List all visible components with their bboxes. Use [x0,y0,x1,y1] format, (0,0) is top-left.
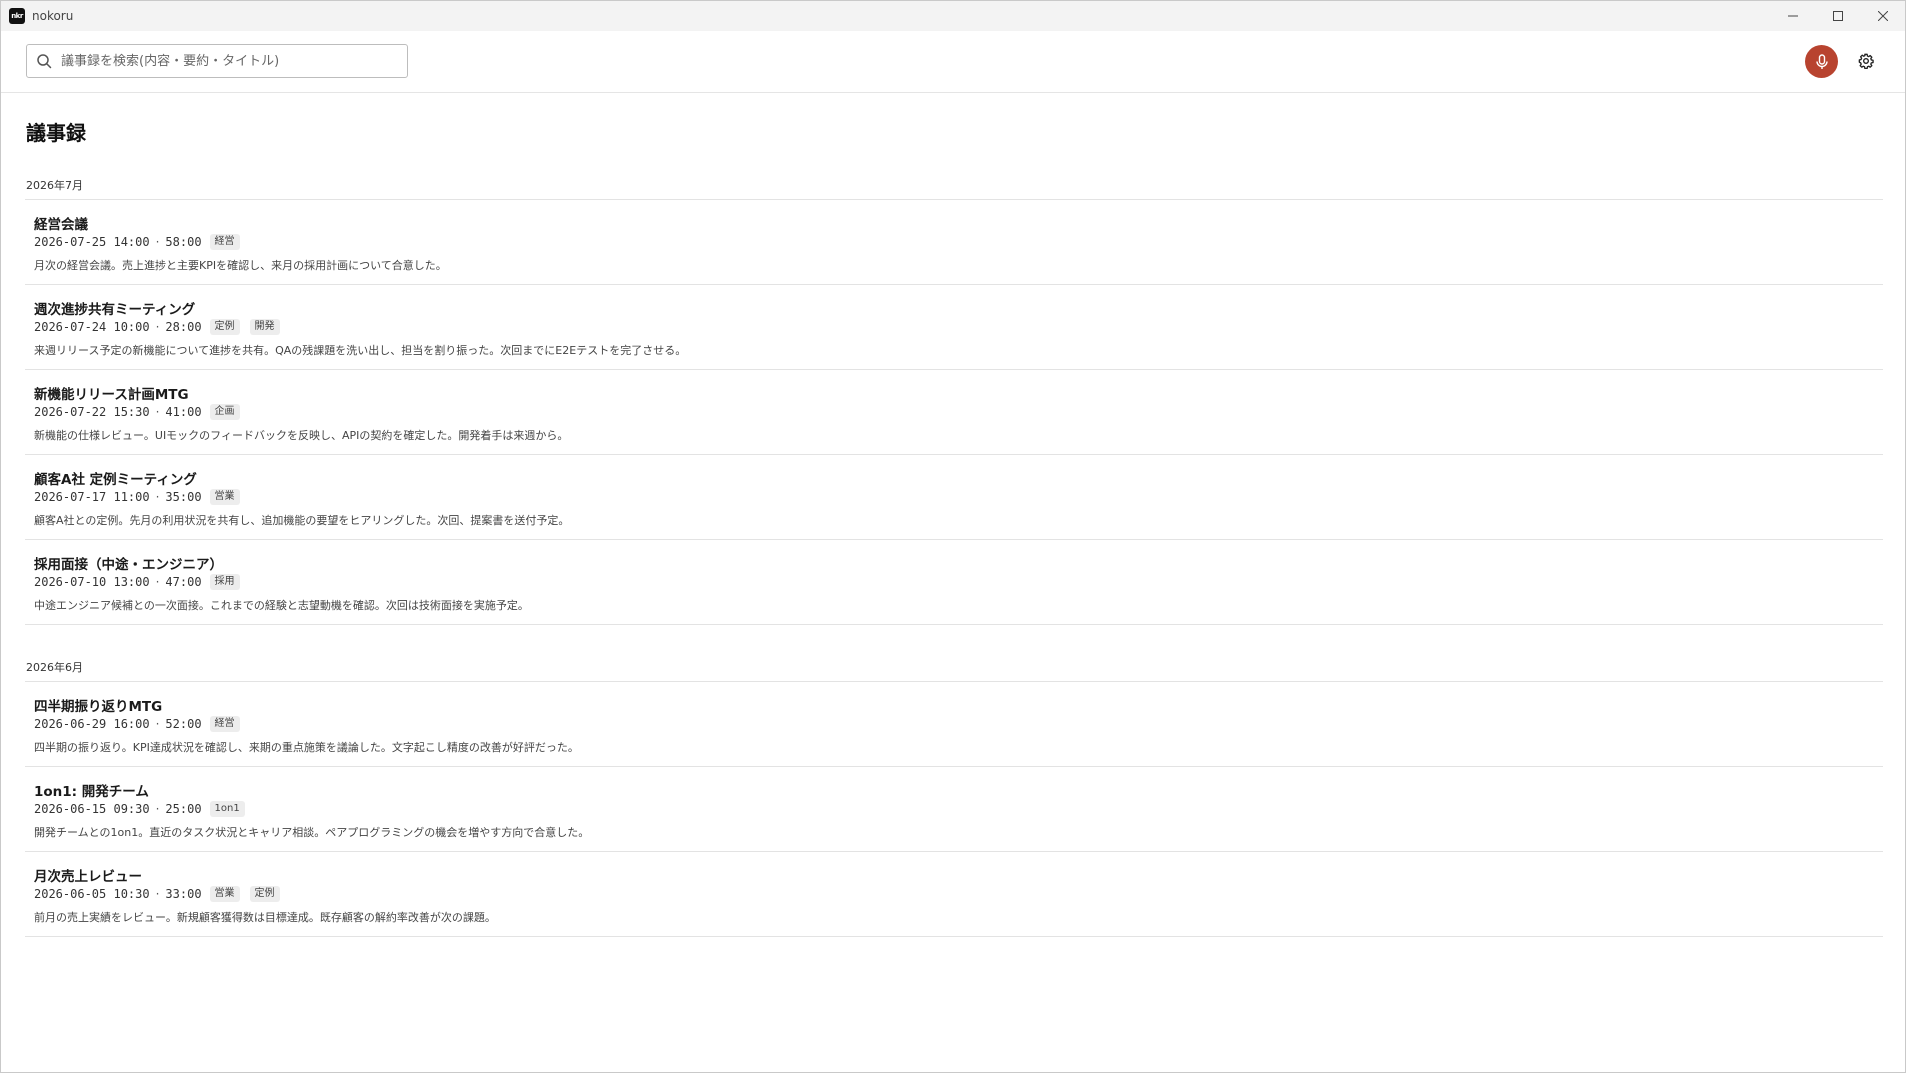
meeting-duration: 58:00 [165,235,202,249]
search-icon [37,54,52,69]
minimize-button[interactable] [1770,1,1815,31]
separator-dot: · [155,235,160,249]
meeting-meta: 2026-06-29 16:00 · 52:00 経営 [34,716,240,732]
search-box[interactable] [26,44,408,78]
meeting-summary: 開発チームとの1on1。直近のタスク状況とキャリア相談。ペアプログラミングの機会… [34,826,590,839]
meeting-summary: 前月の売上実績をレビュー。新規顧客獲得数は目標達成。既存顧客の解約率改善が次の課… [34,911,496,924]
meeting-title: 経営会議 [34,217,88,233]
meeting-title: 週次進捗共有ミーティング [34,302,196,318]
meeting-title: 1on1: 開発チーム [34,784,149,800]
meeting-title: 月次売上レビュー [34,869,142,885]
meeting-meta: 2026-07-24 10:00 · 28:00 定例 開発 [34,319,280,335]
meeting-summary: 来週リリース予定の新機能について進捗を共有。QAの残課題を洗い出し、担当を割り振… [34,344,687,357]
meeting-entry[interactable]: 経営会議 2026-07-25 14:00 · 58:00 経営月次の経営会議。売上進捗… [25,200,1883,285]
meeting-datetime: 2026-06-15 09:30 [34,802,150,816]
tag-badge: 企画 [209,404,240,420]
tag-badge: 開発 [249,319,280,335]
meeting-meta: 2026-06-15 09:30 · 25:00 1on1 [34,801,245,817]
minimize-icon [1787,15,1798,17]
meeting-duration: 41:00 [165,405,202,419]
month-label: 2026年6月 [25,657,1883,682]
settings-button[interactable] [1855,50,1877,72]
meeting-datetime: 2026-06-29 16:00 [34,717,150,731]
maximize-icon [1832,11,1843,21]
tag-badge: 営業 [209,886,240,902]
tag-badge: 定例 [209,319,240,335]
meeting-datetime: 2026-06-05 10:30 [34,887,150,901]
meeting-duration: 52:00 [165,717,202,731]
meeting-title: 新機能リリース計画MTG [34,387,189,403]
separator-dot: · [155,887,160,901]
tag-badge: 経営 [209,716,240,732]
search-input[interactable] [59,52,393,70]
separator-dot: · [155,320,160,334]
app-header [1,31,1905,93]
meeting-entry[interactable]: 採用面接（中途・エンジニア） 2026-07-10 13:00 · 47:00 採用中途… [25,540,1883,625]
meeting-duration: 33:00 [165,887,202,901]
meeting-meta: 2026-07-22 15:30 · 41:00 企画 [34,404,240,420]
meeting-datetime: 2026-07-22 15:30 [34,405,150,419]
meeting-datetime: 2026-07-17 11:00 [34,490,150,504]
separator-dot: · [155,802,160,816]
month-group: 2026年6月 四半期振り返りMTG 2026-06-29 16:00 · 52:00… [25,657,1883,937]
separator-dot: · [155,717,160,731]
meeting-meta: 2026-07-17 11:00 · 35:00 営業 [34,489,240,505]
meeting-duration: 28:00 [165,320,202,334]
meeting-entry[interactable]: 顧客A社 定例ミーティング 2026-07-17 11:00 · 35:00 営業顧客A… [25,455,1883,540]
meeting-entry[interactable]: 1on1: 開発チーム 2026-06-15 09:30 · 25:00 1on1 開発チ… [25,767,1883,852]
meeting-entry[interactable]: 月次売上レビュー 2026-06-05 10:30 · 33:00 営業 定例前月の売上実… [25,852,1883,937]
meeting-datetime: 2026-07-10 13:00 [34,575,150,589]
month-group: 2026年7月 経営会議 2026-07-25 14:00 · 58:00 経営月次の経… [25,175,1883,625]
meeting-entry[interactable]: 週次進捗共有ミーティング 2026-07-24 10:00 · 28:00 定例 開発来週… [25,285,1883,370]
meeting-title: 四半期振り返りMTG [34,699,163,715]
app-logo: nkr [9,8,25,24]
tag-badge: 経営 [209,234,240,250]
meeting-entry[interactable]: 新機能リリース計画MTG 2026-07-22 15:30 · 41:00 企画新機能の… [25,370,1883,455]
meeting-summary: 四半期の振り返り。KPI達成状況を確認し、来期の重点施策を議論した。文字起こし精… [34,741,579,754]
meeting-summary: 顧客A社との定例。先月の利用状況を共有し、追加機能の要望をヒアリングした。次回、… [34,514,570,527]
meeting-duration: 47:00 [165,575,202,589]
window-title: nokoru [32,9,74,23]
title-bar: nkr nokoru [1,1,1905,31]
tag-badge: 1on1 [209,801,245,817]
separator-dot: · [155,405,160,419]
meeting-summary: 新機能の仕様レビュー。UIモックのフィードバックを反映し、APIの契約を確定した… [34,429,569,442]
meeting-meta: 2026-07-25 14:00 · 58:00 経営 [34,234,240,250]
close-icon [1877,11,1888,21]
window-controls [1770,1,1905,31]
separator-dot: · [155,575,160,589]
microphone-icon [1815,53,1828,69]
meeting-summary: 中途エンジニア候補との一次面接。これまでの経験と志望動機を確認。次回は技術面接を… [34,599,529,612]
tag-badge: 営業 [209,489,240,505]
month-label: 2026年7月 [25,175,1883,200]
meeting-datetime: 2026-07-24 10:00 [34,320,150,334]
meeting-datetime: 2026-07-25 14:00 [34,235,150,249]
separator-dot: · [155,490,160,504]
meeting-entry[interactable]: 四半期振り返りMTG 2026-06-29 16:00 · 52:00 経営四半期の振り… [25,682,1883,767]
meeting-duration: 25:00 [165,802,202,816]
meeting-summary: 月次の経営会議。売上進捗と主要KPIを確認し、来月の採用計画について合意した。 [34,259,447,272]
maximize-button[interactable] [1815,1,1860,31]
meeting-title: 採用面接（中途・エンジニア） [34,557,223,573]
meeting-meta: 2026-07-10 13:00 · 47:00 採用 [34,574,240,590]
meeting-title: 顧客A社 定例ミーティング [34,472,197,488]
meeting-duration: 35:00 [165,490,202,504]
record-button[interactable] [1805,45,1838,78]
close-button[interactable] [1860,1,1905,31]
meeting-meta: 2026-06-05 10:30 · 33:00 営業 定例 [34,886,280,902]
tag-badge: 定例 [249,886,280,902]
tag-badge: 採用 [209,574,240,590]
gear-icon [1858,53,1874,69]
page-title: 議事録 [26,121,86,145]
